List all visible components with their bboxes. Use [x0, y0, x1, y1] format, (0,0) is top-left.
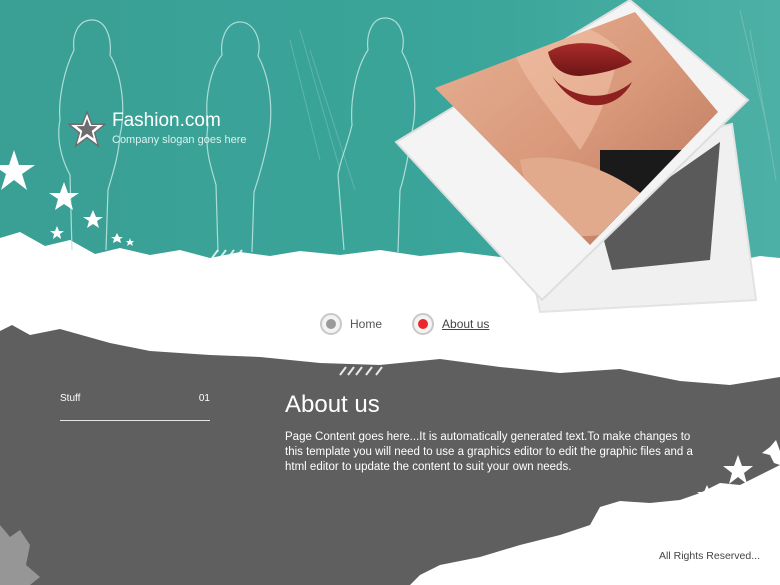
page-body-text: Page Content goes here...It is automatic…: [285, 431, 693, 473]
sidebar-item-label[interactable]: Stuff: [60, 393, 80, 404]
site-slogan: Company slogan goes here: [112, 134, 247, 146]
footer-copyright: All Rights Reserved...: [659, 550, 760, 562]
star-logo-icon: [68, 110, 106, 148]
site-name: Fashion.com: [112, 110, 221, 131]
logo-text: Fashion.com Company slogan goes here: [112, 110, 247, 148]
sidebar: Stuff 01: [60, 393, 210, 421]
page-title: About us: [285, 391, 380, 418]
main-content: About us Page Content goes here...It is …: [285, 390, 695, 475]
page: Fashion.com Company slogan goes here Hom…: [0, 0, 780, 585]
sidebar-item-number: 01: [198, 393, 210, 404]
site-logo[interactable]: Fashion.com Company slogan goes here: [68, 110, 247, 148]
sidebar-item[interactable]: Stuff 01: [60, 393, 210, 421]
